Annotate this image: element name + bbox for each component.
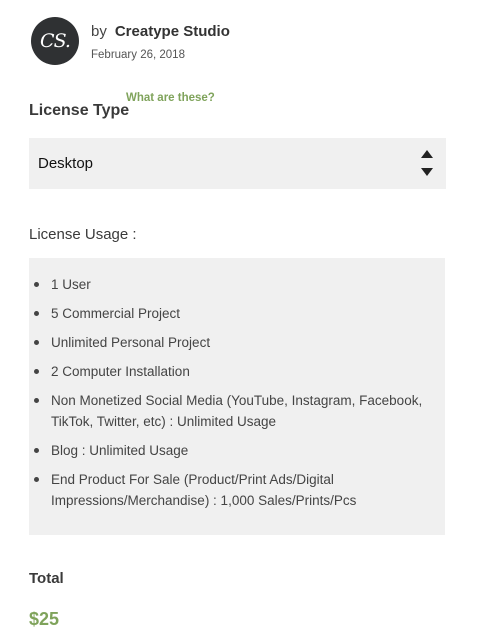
bullet-icon xyxy=(34,311,39,316)
list-item: Blog : Unlimited Usage xyxy=(34,440,436,461)
list-item: 1 User xyxy=(34,274,436,295)
bullet-icon xyxy=(34,369,39,374)
author-name-link[interactable]: Creatype Studio xyxy=(115,23,230,40)
list-item: Non Monetized Social Media (YouTube, Ins… xyxy=(34,390,436,432)
publish-date: February 26, 2018 xyxy=(91,49,185,61)
list-item: Unlimited Personal Project xyxy=(34,332,436,353)
what-are-these-link[interactable]: What are these? xyxy=(126,92,215,104)
avatar-initials: CS. xyxy=(40,30,71,52)
bullet-icon xyxy=(34,340,39,345)
author-block: CS. by Creatype Studio February 26, 2018 xyxy=(31,17,451,65)
list-item-text: Blog : Unlimited Usage xyxy=(51,443,189,458)
bullet-icon xyxy=(34,448,39,453)
list-item-text: End Product For Sale (Product/Print Ads/… xyxy=(51,472,357,508)
list-item: End Product For Sale (Product/Print Ads/… xyxy=(34,469,436,511)
author-byline: by Creatype Studio xyxy=(91,23,230,40)
chevron-up-icon xyxy=(421,150,433,158)
total-price: $25 xyxy=(29,609,60,629)
list-item: 2 Computer Installation xyxy=(34,361,436,382)
bullet-icon xyxy=(34,282,39,287)
by-label: by xyxy=(91,23,107,40)
chevron-down-icon xyxy=(421,168,433,176)
total-label: Total xyxy=(29,570,64,587)
list-item-text: 1 User xyxy=(51,277,91,292)
author-avatar[interactable]: CS. xyxy=(31,17,79,65)
license-usage-panel: 1 User 5 Commercial Project Unlimited Pe… xyxy=(29,258,445,535)
license-type-select[interactable]: Desktop xyxy=(29,138,446,189)
select-arrows-icon xyxy=(421,150,433,178)
bullet-icon xyxy=(34,398,39,403)
list-item: 5 Commercial Project xyxy=(34,303,436,324)
bullet-icon xyxy=(34,477,39,482)
list-item-text: Non Monetized Social Media (YouTube, Ins… xyxy=(51,393,423,429)
list-item-text: 2 Computer Installation xyxy=(51,364,190,379)
license-type-heading: License Type xyxy=(29,102,130,119)
license-type-selected-value: Desktop xyxy=(38,155,94,172)
list-item-text: Unlimited Personal Project xyxy=(51,335,211,350)
license-usage-heading: License Usage : xyxy=(29,226,137,243)
list-item-text: 5 Commercial Project xyxy=(51,306,181,321)
